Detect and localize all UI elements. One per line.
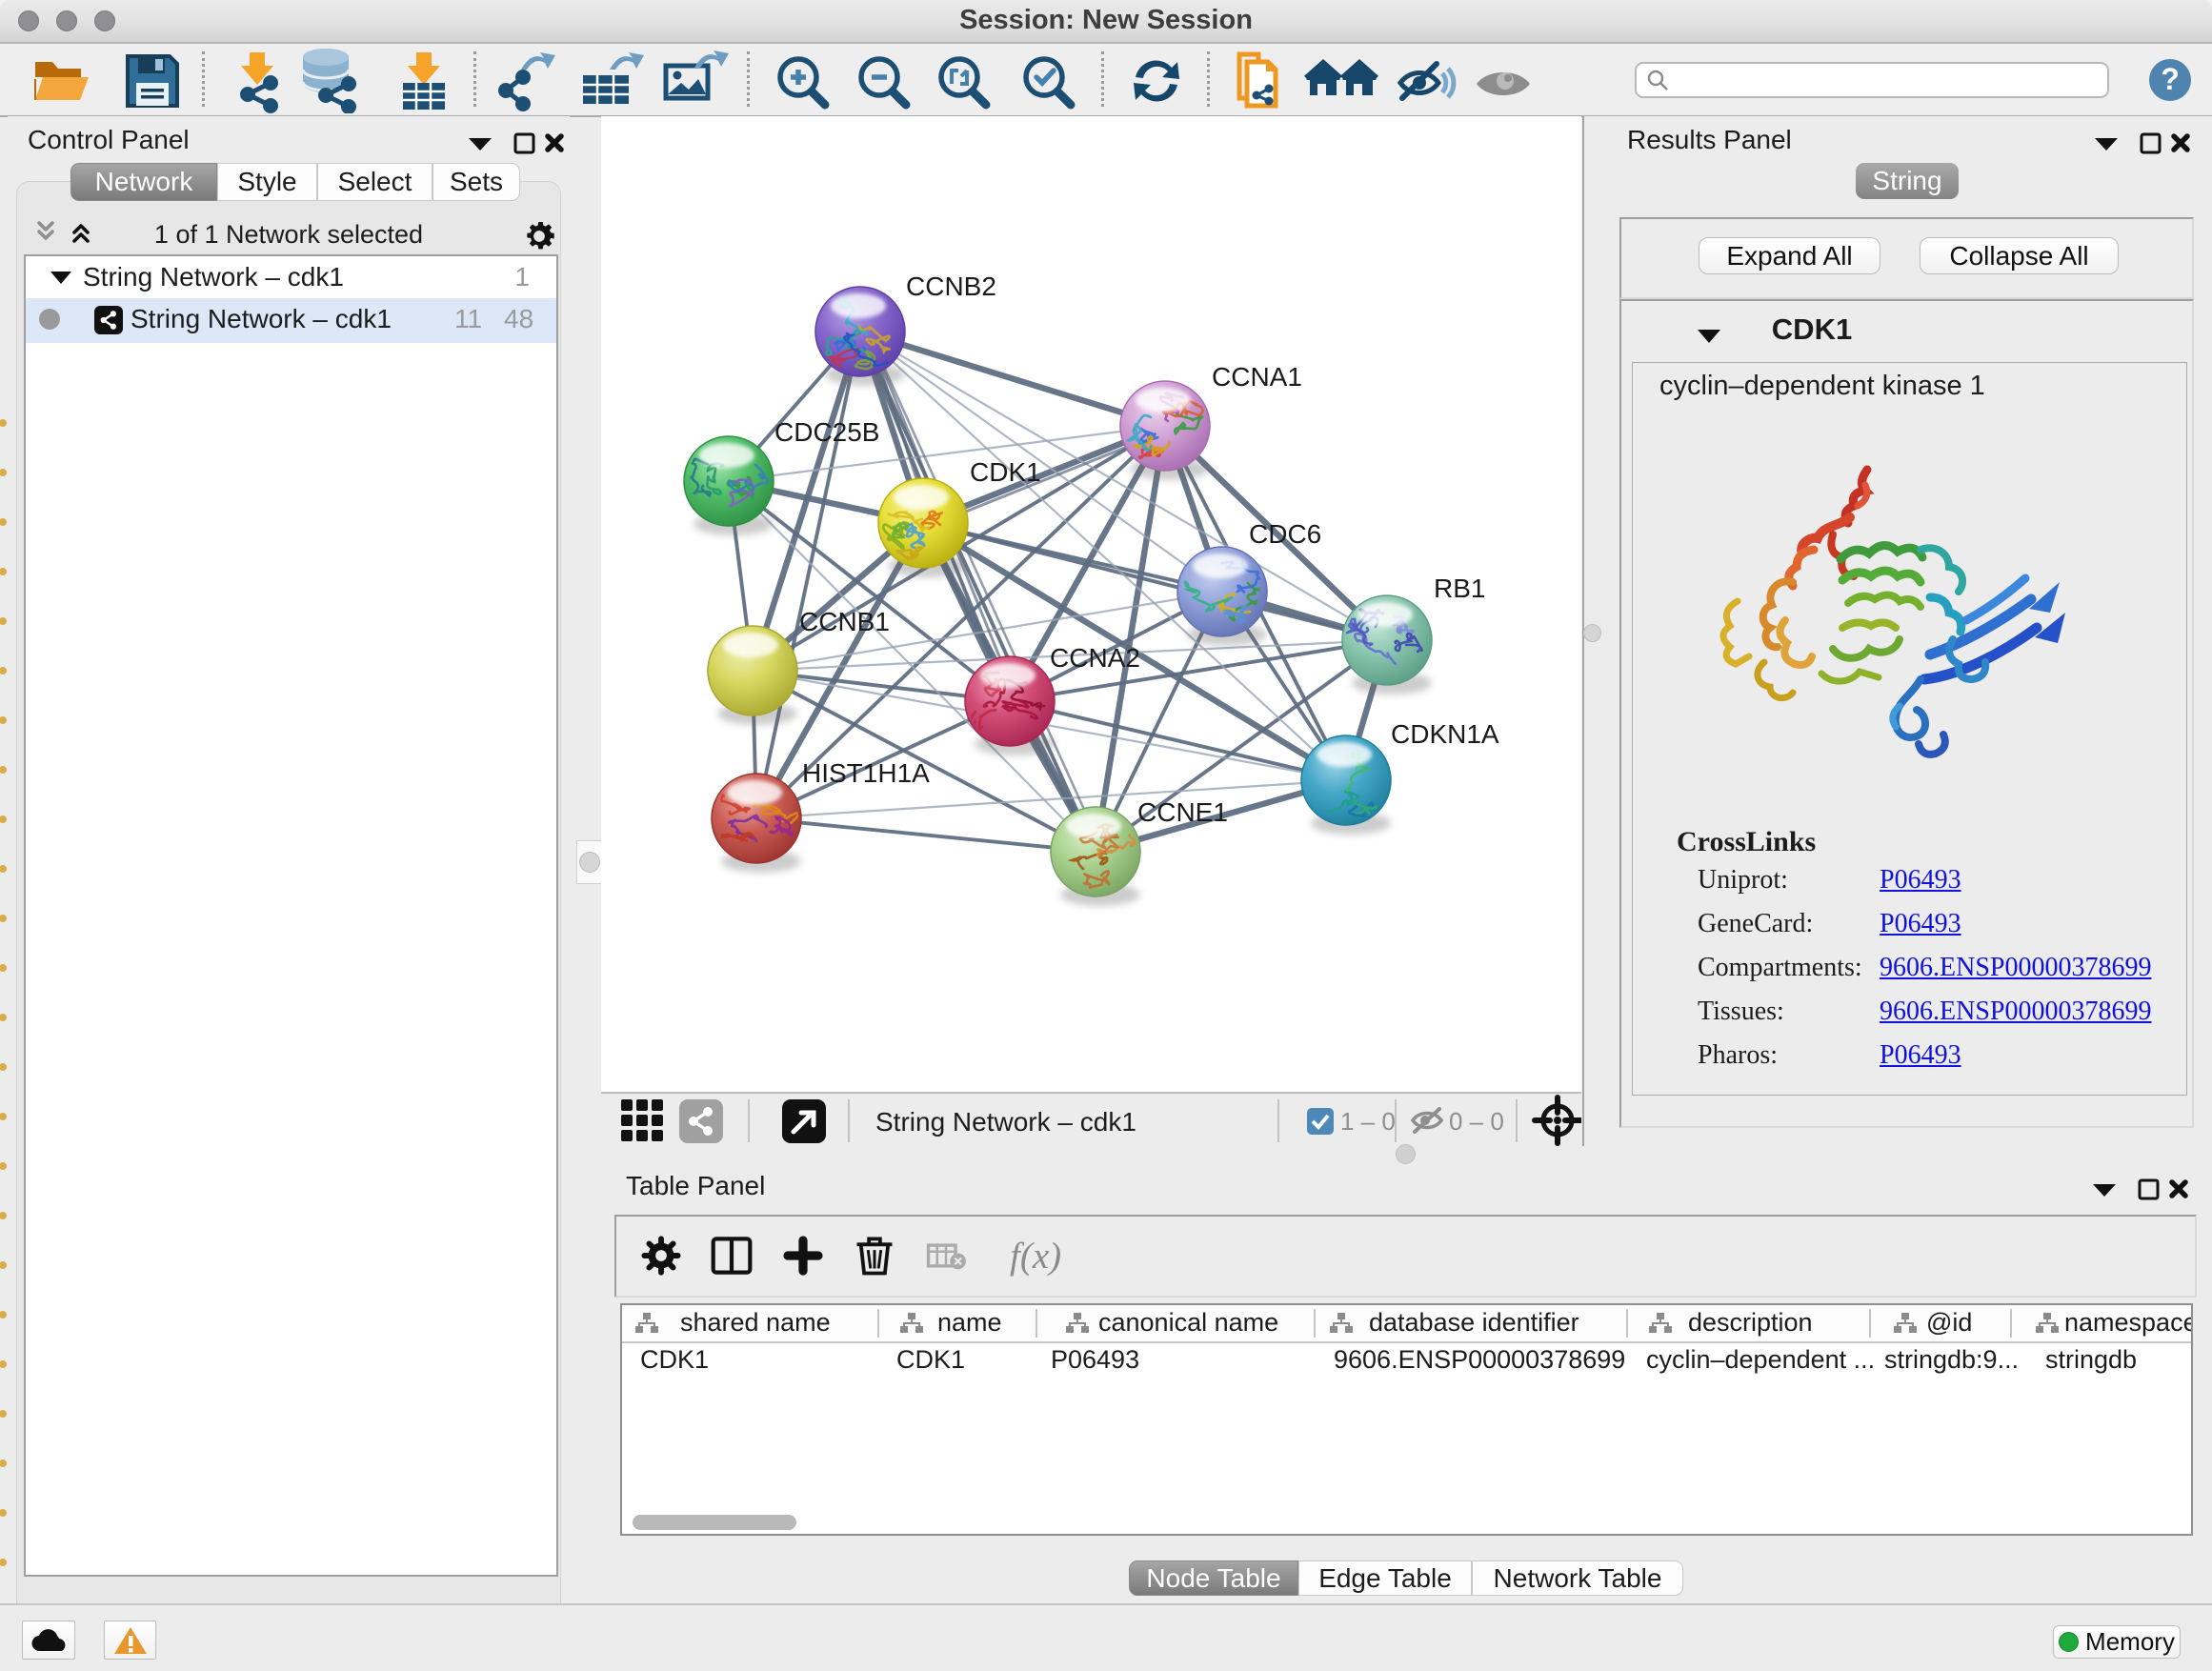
svg-text:CDKN1A: CDKN1A: [1391, 719, 1499, 749]
svg-text:f(x): f(x): [1010, 1236, 1061, 1277]
svg-text:0 – 0: 0 – 0: [1449, 1107, 1504, 1136]
svg-text:CCNB2: CCNB2: [906, 272, 996, 301]
svg-text:RB1: RB1: [1434, 574, 1485, 603]
svg-text:String Network – cdk1: String Network – cdk1: [875, 1107, 1136, 1137]
svg-text:CCNE1: CCNE1: [1137, 797, 1228, 827]
svg-text:1 – 0: 1 – 0: [1340, 1107, 1396, 1136]
svg-text:CCNA1: CCNA1: [1212, 362, 1302, 392]
svg-text:CCNB1: CCNB1: [799, 607, 890, 636]
svg-text:CDC25B: CDC25B: [774, 417, 879, 447]
svg-text:CCNA2: CCNA2: [1050, 643, 1140, 673]
svg-text:CDK1: CDK1: [970, 457, 1041, 487]
svg-text:?: ?: [2161, 62, 2180, 96]
svg-text:CDC6: CDC6: [1249, 519, 1321, 549]
svg-text:HIST1H1A: HIST1H1A: [802, 758, 930, 788]
